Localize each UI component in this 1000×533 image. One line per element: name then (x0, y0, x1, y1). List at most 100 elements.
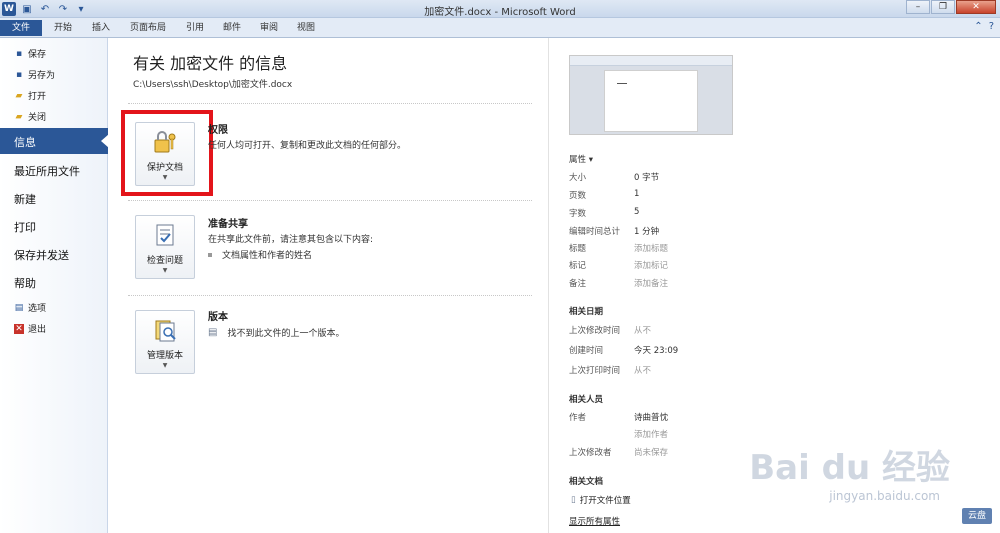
nav-print[interactable]: 打印 (14, 219, 36, 235)
help-icon[interactable]: ? (989, 21, 994, 32)
open-file-location-label: 打开文件位置 (579, 496, 631, 506)
thumbnail-ribbon (570, 56, 732, 66)
date-value-created: 今天 23:09 (634, 346, 679, 356)
nav-save-label: 保存 (28, 50, 47, 60)
nav-new[interactable]: 新建 (14, 191, 36, 207)
prop-label-tags: 标记 (569, 261, 587, 271)
related-docs-header: 相关文档 (569, 477, 604, 487)
divider (128, 200, 532, 201)
chevron-down-icon: ▾ (588, 155, 593, 165)
prop-value-size: 0 字节 (634, 173, 660, 183)
file-path: C:\Users\ssh\Desktop\加密文件.docx (133, 80, 293, 90)
prepare-bullet: 文档属性和作者的姓名 (208, 248, 312, 261)
add-comments-field[interactable]: 添加备注 (634, 277, 668, 289)
permissions-heading: 权限 (208, 125, 228, 136)
thumbnail-page (604, 70, 698, 132)
highlight-box (121, 110, 213, 196)
window-controls: – ❐ ✕ (906, 0, 996, 14)
versions-heading: 版本 (208, 312, 228, 323)
divider (128, 103, 532, 104)
divider (128, 295, 532, 296)
nav-info-label: 信息 (14, 136, 36, 149)
tab-references[interactable]: 引用 (180, 20, 210, 36)
nav-save-as[interactable]: ▪ 另存为 (14, 68, 55, 82)
nav-close[interactable]: ▰ 关闭 (14, 110, 46, 124)
dropdown-arrow-icon: ▼ (162, 362, 168, 369)
tab-insert[interactable]: 插入 (86, 20, 116, 36)
nav-exit-label: 退出 (28, 325, 47, 335)
folder-close-icon: ▰ (15, 111, 23, 122)
dates-header: 相关日期 (569, 307, 604, 317)
options-icon: ▤ (14, 302, 24, 313)
nav-open[interactable]: ▰ 打开 (14, 89, 47, 103)
prepare-heading: 准备共享 (208, 219, 248, 230)
minimize-button[interactable]: – (906, 0, 930, 14)
tab-view[interactable]: 视图 (291, 20, 321, 36)
tab-home[interactable]: 开始 (48, 20, 78, 36)
prop-label-size: 大小 (569, 173, 587, 183)
thumbnail-text-line (617, 83, 627, 84)
add-tags-field[interactable]: 添加标记 (634, 259, 668, 271)
properties-header-label: 属性 (569, 155, 587, 165)
nav-options-label: 选项 (28, 304, 47, 314)
close-window-button[interactable]: ✕ (956, 0, 996, 14)
baidu-watermark-url: jingyan.baidu.com (829, 489, 940, 503)
add-title-field[interactable]: 添加标题 (634, 242, 668, 254)
prop-value-edit-time: 1 分钟 (634, 227, 660, 237)
nav-open-label: 打开 (28, 92, 47, 102)
people-header: 相关人员 (569, 395, 604, 405)
manage-versions-icon (155, 320, 176, 342)
nav-save-send[interactable]: 保存并发送 (14, 247, 69, 263)
prop-value-words: 5 (634, 207, 640, 217)
open-file-location-link[interactable]: ▯ 打开文件位置 (571, 494, 631, 506)
maximize-button[interactable]: ❐ (931, 0, 955, 14)
prop-label-words: 字数 (569, 209, 587, 219)
manage-versions-button[interactable]: 管理版本 ▼ (135, 310, 195, 374)
nav-exit[interactable]: ✕ 退出 (14, 322, 46, 335)
tab-review[interactable]: 审阅 (254, 20, 284, 36)
show-all-properties-link[interactable]: 显示所有属性 (569, 515, 620, 527)
prop-label-title: 标题 (569, 244, 587, 254)
prepare-bullet-text: 文档属性和作者的姓名 (222, 251, 313, 261)
tab-page-layout[interactable]: 页面布局 (124, 20, 172, 36)
nav-save[interactable]: ▪ 保存 (14, 47, 47, 61)
baidu-watermark: Bai du 经验 (749, 448, 950, 488)
last-modified-by-label: 上次修改者 (569, 448, 612, 458)
manage-versions-label: 管理版本 (146, 351, 183, 361)
cloud-badge: 云盘 (961, 508, 992, 524)
author-value[interactable]: 诗曲普忱 (634, 411, 668, 423)
nav-recent[interactable]: 最近所用文件 (14, 163, 80, 179)
ribbon-right-controls: ⌃ ? (974, 21, 994, 32)
prop-label-comments: 备注 (569, 279, 587, 289)
nav-info[interactable]: 信息 (0, 128, 109, 154)
inspect-document-icon (156, 224, 174, 246)
date-label-printed: 上次打印时间 (569, 366, 621, 376)
title-bar: W ▣ ↶ ↷ ▾ 加密文件.docx - Microsoft Word – ❐… (0, 0, 1000, 18)
versions-note: ▤ 找不到此文件的上一个版本。 (208, 326, 344, 339)
tab-file[interactable]: 文件 (0, 20, 42, 36)
prop-value-pages: 1 (634, 189, 640, 199)
date-label-created: 创建时间 (569, 346, 604, 356)
prop-label-edit-time: 编辑时间总计 (569, 227, 621, 237)
nav-help[interactable]: 帮助 (14, 275, 36, 291)
document-thumbnail[interactable] (569, 55, 733, 135)
tab-mailings[interactable]: 邮件 (217, 20, 247, 36)
last-modified-by-value: 尚未保存 (634, 448, 669, 458)
backstage-nav: ▪ 保存 ▪ 另存为 ▰ 打开 ▰ 关闭 信息 最近所用文件 新建 打印 保存并… (0, 38, 109, 533)
info-pane: 有关 加密文件 的信息 C:\Users\ssh\Desktop\加密文件.do… (108, 38, 548, 533)
minimize-ribbon-icon[interactable]: ⌃ (974, 21, 982, 32)
date-value-printed: 从不 (634, 366, 652, 376)
exit-icon: ✕ (14, 323, 24, 334)
permissions-text: 任何人均可打开、复制和更改此文档的任何部分。 (208, 141, 407, 151)
nav-options[interactable]: ▤ 选项 (14, 301, 47, 315)
save-icon: ▪ (15, 48, 23, 59)
check-issues-button[interactable]: 检查问题 ▼ (135, 215, 195, 279)
versions-text: 找不到此文件的上一个版本。 (227, 329, 345, 339)
ribbon-tab-bar: 文件 开始 插入 页面布局 引用 邮件 审阅 视图 ⌃ ? (0, 18, 1000, 38)
document-icon: ▯ (571, 495, 576, 505)
author-label: 作者 (569, 413, 587, 423)
date-label-modified: 上次修改时间 (569, 326, 621, 336)
folder-open-icon: ▰ (15, 90, 23, 101)
add-author-link[interactable]: 添加作者 (634, 428, 668, 440)
properties-header[interactable]: 属性 ▾ (569, 153, 593, 165)
